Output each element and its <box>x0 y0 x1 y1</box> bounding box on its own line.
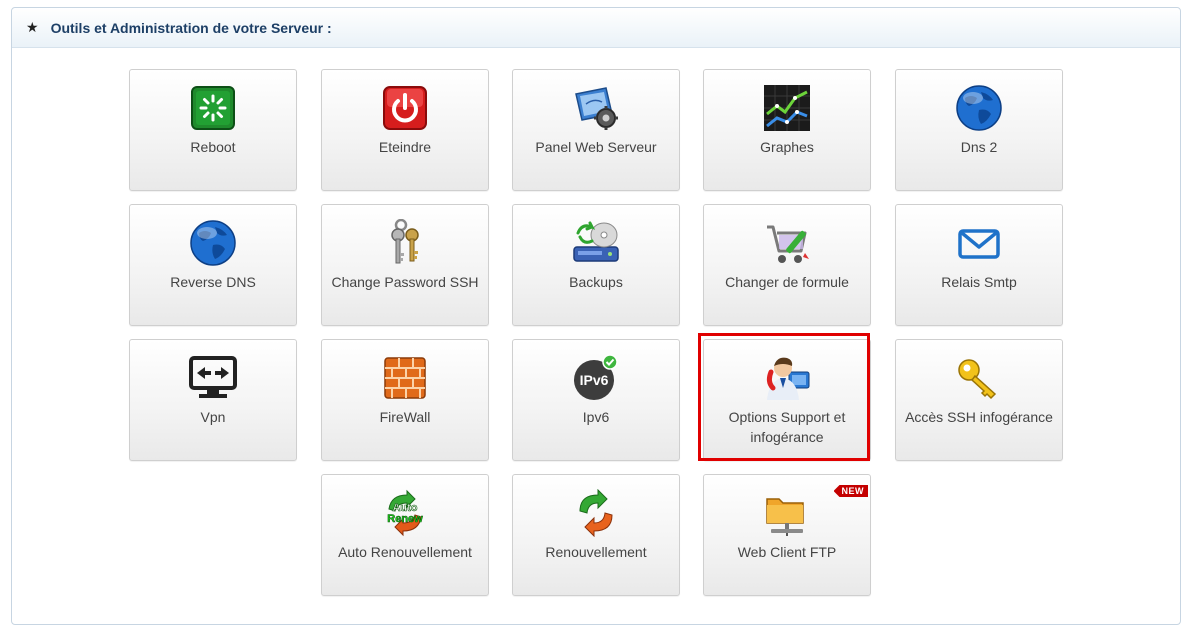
tile-label: Web Client FTP <box>737 544 837 560</box>
tile-backups[interactable]: Backups <box>512 204 680 326</box>
tile-label-line: Options Support et <box>728 409 846 425</box>
tile-firewall[interactable]: FireWall <box>321 339 489 461</box>
tile-relais-smtp[interactable]: Relais Smtp <box>895 204 1063 326</box>
panel-header: ★ Outils et Administration de votre Serv… <box>12 8 1180 48</box>
tile-label: Reboot <box>190 139 236 155</box>
new-badge: NEW <box>833 485 868 497</box>
tile-label: Dns 2 <box>960 139 998 155</box>
vpn-monitor-icon <box>189 356 237 398</box>
firewall-icon <box>384 357 426 399</box>
tile-label: Eteindre <box>378 139 432 155</box>
backup-disk-icon <box>573 221 619 262</box>
globe-icon <box>190 220 236 266</box>
tile-acces-ssh-infogerance[interactable]: Accès SSH infogérance <box>895 339 1063 461</box>
web-panel-icon <box>575 87 618 130</box>
tile-label: Change Password SSH <box>331 274 479 290</box>
ipv6-icon: IPv6 <box>574 354 618 400</box>
star-icon: ★ <box>26 19 39 35</box>
tile-label: Graphes <box>760 139 814 155</box>
tile-renouvellement[interactable]: Renouvellement <box>512 474 680 596</box>
tile-label-line: infogérance <box>750 429 824 445</box>
auto-renew-text: Renew <box>387 513 423 525</box>
ipv6-icon-text: IPv6 <box>580 372 609 388</box>
tile-label: FireWall <box>379 409 431 425</box>
reboot-icon <box>191 86 235 130</box>
tile-graphes[interactable]: Graphes <box>703 69 871 191</box>
tile-panel-web-serveur[interactable]: Panel Web Serveur <box>512 69 680 191</box>
tile-label: Relais Smtp <box>941 274 1017 290</box>
tile-label: Vpn <box>200 409 226 425</box>
keys-icon <box>391 219 419 264</box>
globe-icon <box>956 85 1002 131</box>
tile-label: Accès SSH infogérance <box>905 409 1053 425</box>
support-agent-icon <box>766 357 810 400</box>
tile-auto-renouvellement[interactable]: Auto Renew Auto Renouvellement <box>321 474 489 596</box>
tile-eteindre[interactable]: Eteindre <box>321 69 489 191</box>
tile-reboot[interactable]: Reboot <box>129 69 297 191</box>
cart-icon <box>767 225 809 263</box>
tile-vpn[interactable]: Vpn <box>129 339 297 461</box>
tile-label: Panel Web Serveur <box>535 139 657 155</box>
ftp-folder-icon <box>766 498 804 536</box>
panel-title: Outils et Administration de votre Serveu… <box>50 19 332 36</box>
tile-web-client-ftp[interactable]: NEW Web Client FTP <box>703 474 871 596</box>
key-icon <box>958 359 997 400</box>
tile-options-support[interactable]: Options Support et infogérance <box>703 339 871 461</box>
power-icon <box>383 86 427 130</box>
tile-change-password-ssh[interactable]: Change Password SSH <box>321 204 489 326</box>
tile-label: Reverse DNS <box>170 274 256 290</box>
tile-reverse-dns[interactable]: Reverse DNS <box>129 204 297 326</box>
tile-label: Changer de formule <box>725 274 849 290</box>
tile-dns2[interactable]: Dns 2 <box>895 69 1063 191</box>
renew-arrows-icon <box>579 489 613 537</box>
graph-icon <box>764 85 810 131</box>
tile-label: Renouvellement <box>545 544 647 560</box>
auto-renew-icon: Auto Renew <box>387 489 423 537</box>
envelope-icon <box>958 229 1000 259</box>
tile-label: Auto Renouvellement <box>338 544 472 560</box>
tile-label: Ipv6 <box>582 409 610 425</box>
tile-label: Options Support et infogérance <box>708 407 866 447</box>
tile-ipv6[interactable]: IPv6 Ipv6 <box>512 339 680 461</box>
tile-label: Backups <box>569 274 623 290</box>
tile-changer-de-formule[interactable]: Changer de formule <box>703 204 871 326</box>
